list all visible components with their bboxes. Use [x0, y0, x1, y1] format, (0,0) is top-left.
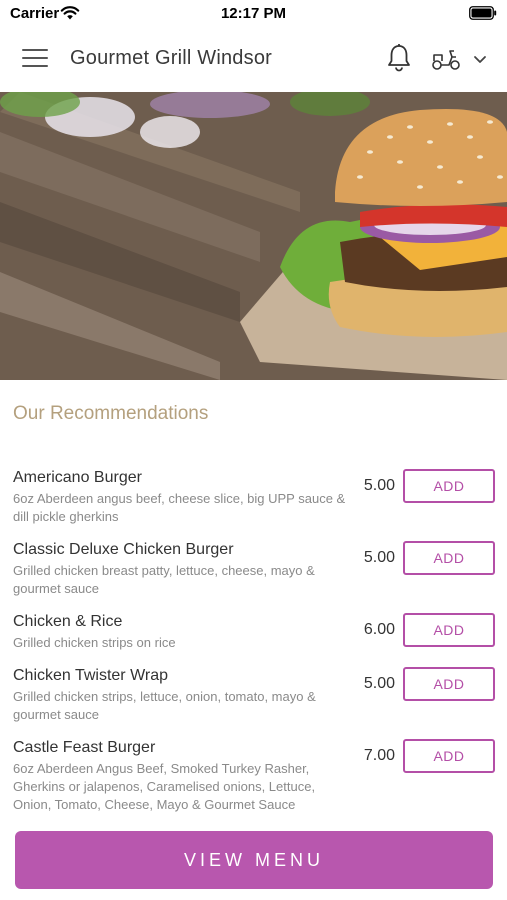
item-name: Castle Feast Burger — [13, 739, 156, 756]
item-name: Classic Deluxe Chicken Burger — [13, 541, 234, 558]
scooter-icon[interactable] — [430, 47, 462, 71]
page-title: Gourmet Grill Windsor — [70, 47, 273, 69]
item-price: 5.00 — [363, 549, 395, 566]
add-button[interactable]: ADD — [403, 469, 495, 503]
item-description: 6oz Aberdeen Angus Beef, Smoked Turkey R… — [13, 761, 316, 812]
item-price: 5.00 — [363, 477, 395, 494]
item-price: 5.00 — [363, 675, 395, 692]
item-name: Chicken & Rice — [13, 613, 123, 630]
item-description: Grilled chicken strips, lettuce, onion, … — [13, 689, 316, 722]
add-button[interactable]: ADD — [403, 667, 495, 701]
item-description: Grilled chicken strips on rice — [13, 635, 176, 650]
add-button[interactable]: ADD — [403, 613, 495, 647]
add-button[interactable]: ADD — [403, 541, 495, 575]
item-price: 6.00 — [363, 621, 395, 638]
app-header: Gourmet Grill Windsor — [0, 28, 507, 92]
item-price: 7.00 — [363, 747, 395, 764]
bell-icon[interactable] — [386, 43, 412, 73]
item-name: Chicken Twister Wrap — [13, 667, 169, 684]
status-bar: Carrier 12:17 PM — [0, 0, 507, 28]
burger-photo — [0, 92, 507, 380]
item-description: Grilled chicken breast patty, lettuce, c… — [13, 563, 315, 596]
hamburger-menu-icon[interactable] — [22, 49, 48, 71]
section-title: Our Recommendations — [13, 403, 209, 424]
add-button[interactable]: ADD — [403, 739, 495, 773]
item-description: 6oz Aberdeen angus beef, cheese slice, b… — [13, 491, 346, 524]
item-name: Americano Burger — [13, 469, 142, 486]
view-menu-button[interactable]: VIEW MENU — [15, 831, 493, 889]
battery-icon — [469, 6, 497, 20]
hero-burger-image — [0, 92, 507, 380]
chevron-down-icon[interactable] — [472, 53, 488, 65]
status-time: 12:17 PM — [220, 5, 287, 22]
